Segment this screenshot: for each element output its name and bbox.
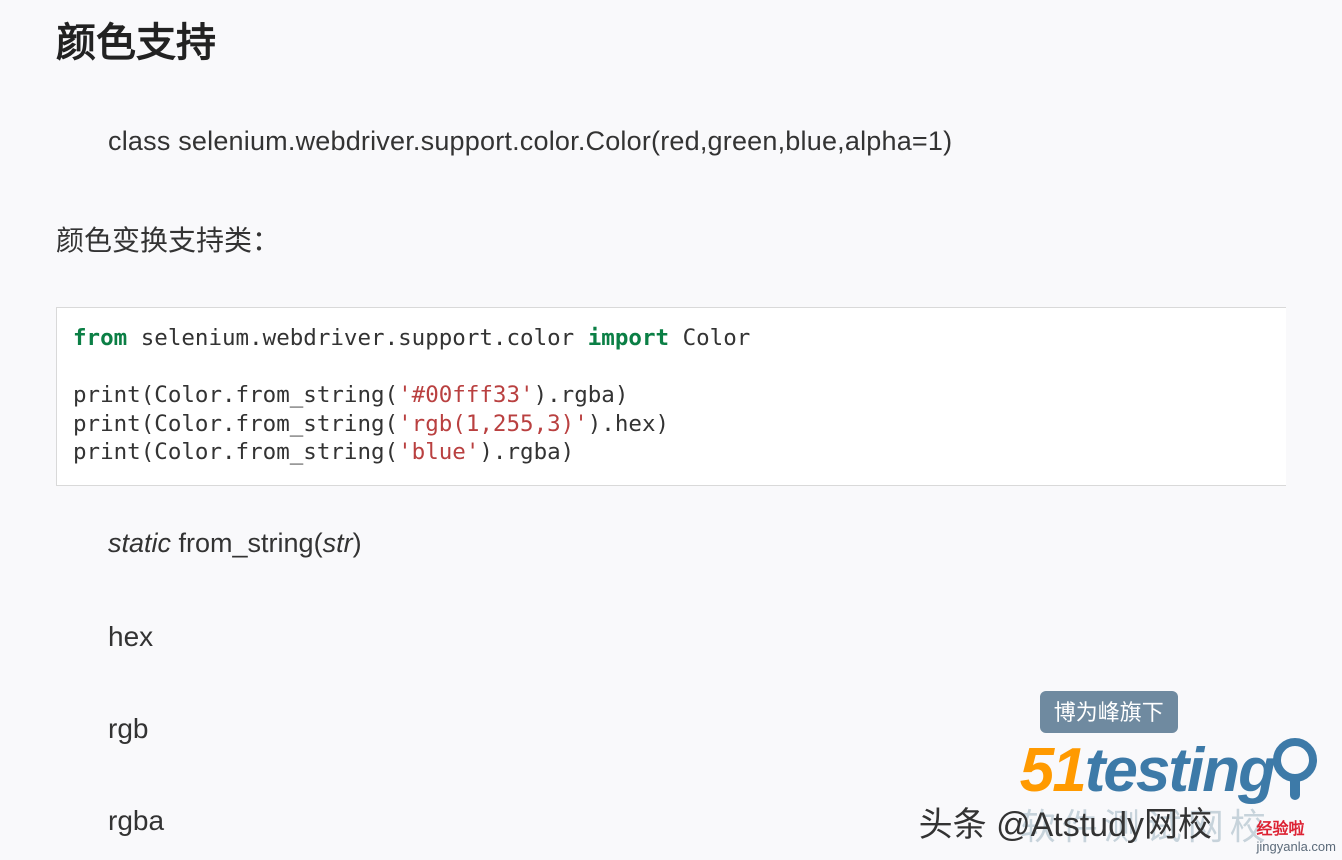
- watermark-tag: 博为峰旗下: [1040, 691, 1178, 733]
- static-keyword: static: [108, 528, 171, 558]
- code-block: from selenium.webdriver.support.color im…: [56, 307, 1286, 486]
- class-signature: class selenium.webdriver.support.color.C…: [56, 126, 1286, 157]
- string-literal: '#00fff33': [398, 382, 533, 408]
- corner-watermark: 经验啦 jingyanla.com: [1257, 815, 1337, 854]
- code-text: print(Color.from_string(: [73, 411, 398, 437]
- method-param: str: [323, 528, 353, 558]
- property-hex: hex: [56, 621, 1286, 653]
- keyword-import: import: [588, 325, 669, 351]
- section-heading: 颜色支持: [56, 10, 1286, 68]
- corner-watermark-domain: jingyanla.com: [1257, 839, 1337, 854]
- method-signature: static from_string(str): [56, 528, 1286, 559]
- code-text: ).hex): [588, 411, 669, 437]
- string-literal: 'rgb(1,255,3)': [398, 411, 588, 437]
- code-text: selenium.webdriver.support.color: [127, 325, 588, 351]
- keyword-from: from: [73, 325, 127, 351]
- subsection-label: 颜色变换支持类：: [56, 219, 1286, 259]
- corner-watermark-brand: 经验啦: [1257, 821, 1305, 838]
- logo-51-text: 51: [1020, 735, 1085, 806]
- method-name: from_string(: [171, 528, 323, 558]
- code-text: ).rgba): [479, 439, 574, 465]
- method-close: ): [353, 528, 362, 558]
- string-literal: 'blue': [398, 439, 479, 465]
- code-text: print(Color.from_string(: [73, 439, 398, 465]
- attribution-text: 头条 @Atstudy网校: [919, 797, 1212, 846]
- code-text: Color: [669, 325, 750, 351]
- code-text: print(Color.from_string(: [73, 382, 398, 408]
- magnifier-icon: [1268, 736, 1322, 804]
- code-text: ).rgba): [534, 382, 629, 408]
- logo-testing-text: testing: [1085, 735, 1274, 806]
